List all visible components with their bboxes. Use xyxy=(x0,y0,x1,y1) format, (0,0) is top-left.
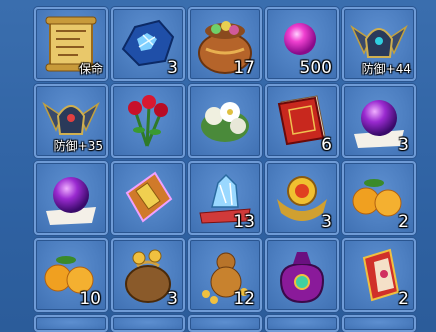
inventory-slot-17[interactable]: 3 xyxy=(111,238,185,312)
white-flowers-icon xyxy=(201,102,249,142)
inventory-slot-18[interactable]: 12 xyxy=(188,238,262,312)
inventory-slot-21[interactable] xyxy=(34,315,108,332)
slot-count: 17 xyxy=(233,58,255,78)
inventory-slot-11[interactable] xyxy=(34,161,108,235)
inventory-slot-22[interactable] xyxy=(111,315,185,332)
inventory-slot-3[interactable]: 17 xyxy=(188,7,262,81)
inventory-slot-23[interactable] xyxy=(188,315,262,332)
inventory-slot-2[interactable]: 3 xyxy=(111,7,185,81)
inventory-slot-7[interactable] xyxy=(111,84,185,158)
inventory-slot-1[interactable]: 保命 xyxy=(34,7,108,81)
inventory-slot-10[interactable]: 3 xyxy=(342,84,416,158)
slot-label: 保命 xyxy=(78,62,103,76)
inventory-slot-4[interactable]: 500 xyxy=(265,7,339,81)
inventory-slot-9[interactable]: 6 xyxy=(265,84,339,158)
slot-count: 12 xyxy=(233,289,255,309)
inventory-slot-20[interactable]: 2 xyxy=(342,238,416,312)
slot-count: 3 xyxy=(321,212,332,232)
inventory-slot-15[interactable]: 2 xyxy=(342,161,416,235)
slot-count: 3 xyxy=(167,289,178,309)
purple-orb-icon xyxy=(46,177,96,225)
golden-scroll-talisman-icon xyxy=(125,171,173,223)
slot-count: 6 xyxy=(321,135,332,155)
inventory-slot-14[interactable]: 3 xyxy=(265,161,339,235)
slot-label: 防御+44 xyxy=(361,62,411,76)
inventory-slot-19[interactable] xyxy=(265,238,339,312)
slot-count: 3 xyxy=(167,58,178,78)
inventory-slot-12[interactable] xyxy=(111,161,185,235)
slot-count: 13 xyxy=(233,212,255,232)
inventory-slot-25[interactable] xyxy=(342,315,416,332)
inventory-slot-13[interactable]: 13 xyxy=(188,161,262,235)
slot-label: 防御+35 xyxy=(53,139,103,153)
inventory-slot-16[interactable]: 10 xyxy=(34,238,108,312)
inventory-slot-5[interactable]: 防御+44 xyxy=(342,7,416,81)
inventory-slot-24[interactable] xyxy=(265,315,339,332)
slot-count: 3 xyxy=(398,135,409,155)
slot-count: 2 xyxy=(398,212,409,232)
inventory-grid: 保命 3 17 500 防御+44 防御+35 6 3 13 3 2 10 3 … xyxy=(0,0,436,332)
inventory-slot-8[interactable] xyxy=(188,84,262,158)
slot-count: 10 xyxy=(79,289,101,309)
red-roses-icon xyxy=(128,95,168,147)
inventory-slot-6[interactable]: 防御+35 xyxy=(34,84,108,158)
slot-count: 2 xyxy=(398,289,409,309)
slot-count: 500 xyxy=(299,58,332,78)
purple-pouch-icon xyxy=(279,252,325,304)
